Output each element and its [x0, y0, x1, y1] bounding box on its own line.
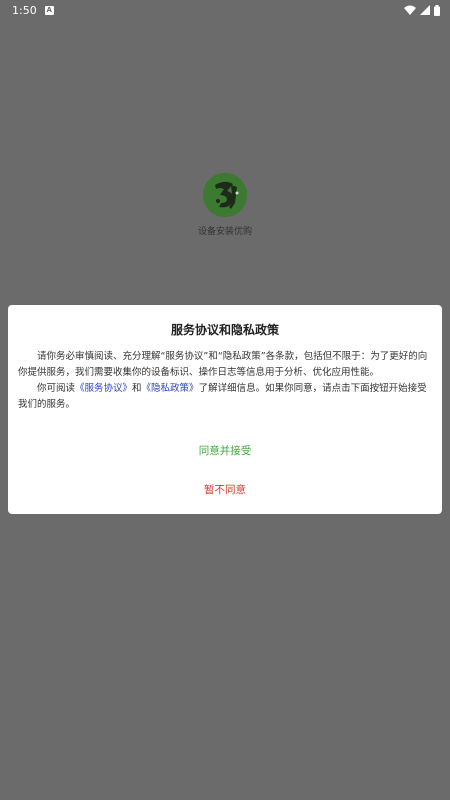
status-icons [404, 4, 440, 16]
accept-button[interactable]: 同意并接受 [8, 443, 442, 458]
app-logo-icon [203, 173, 247, 217]
status-bar: 1:50 A [0, 0, 450, 20]
status-left: 1:50 A [12, 4, 54, 17]
status-time: 1:50 [12, 3, 37, 17]
battery-icon [434, 4, 440, 16]
service-agreement-link[interactable]: 《服务协议》 [75, 383, 132, 394]
dialog-title: 服务协议和隐私政策 [170, 323, 279, 337]
privacy-policy-link[interactable]: 《隐私政策》 [142, 383, 199, 394]
paragraph-2-connector: 和 [132, 383, 142, 394]
dialog-body: 请你务必审慎阅读、充分理解“服务协议”和“隐私政策”各条款，包括但不限于：为了更… [18, 349, 432, 413]
signal-icon [420, 5, 430, 15]
wifi-icon [404, 5, 416, 15]
privacy-dialog: 服务协议和隐私政策 请你务必审慎阅读、充分理解“服务协议”和“隐私政策”各条款，… [8, 305, 442, 514]
dialog-paragraph-1: 请你务必审慎阅读、充分理解“服务协议”和“隐私政策”各条款，包括但不限于：为了更… [18, 351, 428, 378]
paragraph-2-prefix: 你可阅读 [37, 383, 76, 394]
dialog-paragraph-2: 你可阅读《服务协议》和《隐私政策》了解详细信息。如果你同意，请点击下面按钮开始接… [18, 381, 432, 413]
reject-button[interactable]: 暂不同意 [8, 482, 442, 497]
app-name: 设备安装优购 [197, 227, 252, 237]
notification-badge-icon: A [44, 5, 54, 15]
